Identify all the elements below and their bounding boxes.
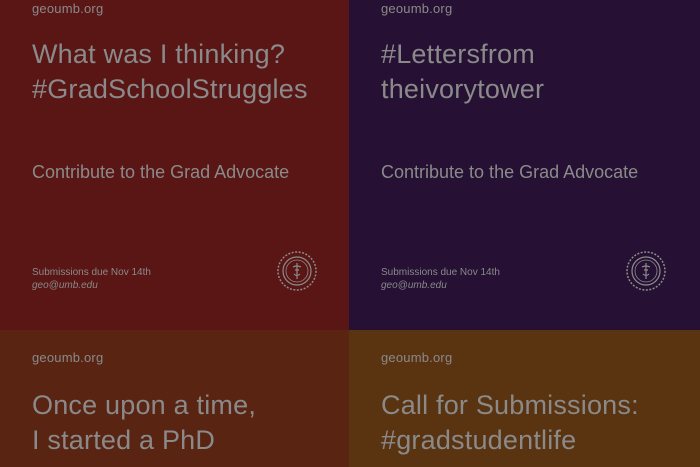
headline-line-1: What was I thinking? (32, 39, 286, 69)
headline-line-2: #GradSchoolStruggles (32, 74, 308, 104)
university-seal-icon (277, 251, 317, 291)
site-url: geoumb.org (381, 350, 453, 365)
poster-tile-grad-school-struggles: geoumb.org What was I thinking? #GradSch… (0, 0, 349, 330)
university-seal-icon (626, 251, 666, 291)
headline-line-1: Once upon a time, (32, 390, 257, 420)
site-url: geoumb.org (381, 1, 453, 16)
headline: What was I thinking? #GradSchoolStruggle… (32, 37, 308, 107)
poster-grid: geoumb.org What was I thinking? #GradSch… (0, 0, 700, 467)
contact-email: geo@umb.edu (32, 280, 98, 291)
submission-deadline: Submissions due Nov 14th (381, 267, 500, 278)
poster-tile-call-for-submissions: geoumb.org Call for Submissions: #gradst… (349, 330, 700, 467)
headline: #Lettersfrom theivorytower (381, 37, 544, 107)
poster-tile-letters-from-ivory-tower: geoumb.org #Lettersfrom theivorytower Co… (349, 0, 700, 330)
headline: Once upon a time, I started a PhD (32, 388, 256, 458)
submission-deadline: Submissions due Nov 14th (32, 267, 151, 278)
headline-line-1: Call for Submissions: (381, 390, 639, 420)
contact-email: geo@umb.edu (381, 280, 447, 291)
headline-line-2: theivorytower (381, 74, 545, 104)
call-to-action: Contribute to the Grad Advocate (32, 162, 290, 182)
site-url: geoumb.org (32, 350, 104, 365)
headline-line-2: I started a PhD (32, 425, 216, 455)
headline-line-2: #gradstudentlife (381, 425, 577, 455)
poster-tile-once-upon-a-time: geoumb.org Once upon a time, I started a… (0, 330, 349, 467)
headline: Call for Submissions: #gradstudentlife (381, 388, 639, 458)
call-to-action: Contribute to the Grad Advocate (381, 162, 639, 182)
headline-line-1: #Lettersfrom (381, 39, 535, 69)
site-url: geoumb.org (32, 1, 104, 16)
